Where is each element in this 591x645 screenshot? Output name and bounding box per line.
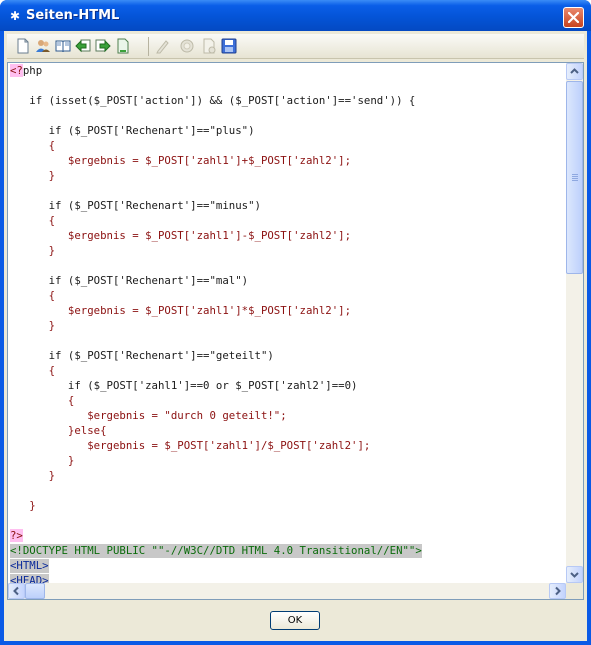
app-icon: ✱ [9,9,21,23]
code-editor[interactable]: <?php if (isset($_POST['action']) && ($_… [7,62,584,600]
code-line[interactable]: } [10,319,55,333]
page-icon[interactable] [115,38,131,54]
code-line[interactable]: if ($_POST['Rechenart']=="mal") [10,274,248,288]
code-token: $ergebnis = $_POST['zahl1']+$_POST['zahl… [10,154,352,167]
back-arrow-icon[interactable] [75,38,91,54]
code-token: ?> [10,529,23,542]
code-token: $ergebnis = $_POST['zahl1']*$_POST['zahl… [10,304,352,317]
code-token: } [10,469,56,482]
toolbar-separator [148,37,149,56]
code-token: <HTML> [10,559,49,572]
code-line[interactable]: $ergebnis = "durch 0 geteilt!"; [10,409,287,423]
code-line[interactable]: $ergebnis = $_POST['zahl1']*$_POST['zahl… [10,304,351,318]
code-line[interactable]: { [10,289,55,303]
code-token: <!DOCTYPE HTML PUBLIC ""-//W3C//DTD HTML… [10,544,422,557]
save-icon[interactable] [221,38,237,54]
code-token: if ($_POST['zahl1']==0 or $_POST['zahl2'… [10,379,358,392]
code-token: $ergebnis = $_POST['zahl1']-$_POST['zahl… [10,229,352,242]
new-page-icon[interactable] [15,38,31,54]
code-token: if (isset($_POST['action']) && ($_POST['… [10,94,416,107]
code-line[interactable]: <HEAD> [10,574,49,583]
code-line[interactable]: } [10,499,36,513]
code-area[interactable]: <?php if (isset($_POST['action']) && ($_… [8,63,566,583]
code-token: if ($_POST['Rechenart']=="geteilt") [10,349,274,362]
code-line[interactable]: } [10,454,74,468]
code-token: } [10,244,56,257]
horizontal-scrollbar[interactable] [8,583,566,599]
code-token: }else{ [10,424,107,437]
code-line[interactable]: $ergebnis = $_POST['zahl1']-$_POST['zahl… [10,229,351,243]
code-line[interactable]: } [10,469,55,483]
code-token: $ergebnis = $_POST['zahl1']/$_POST['zahl… [10,439,371,452]
close-button[interactable] [563,7,584,28]
code-line[interactable]: { [10,214,55,228]
chevron-left-icon [13,586,19,596]
refresh-icon[interactable] [179,38,195,54]
users-icon[interactable] [35,38,51,54]
code-line[interactable]: if ($_POST['zahl1']==0 or $_POST['zahl2'… [10,379,358,393]
window-title: Seiten-HTML [26,8,120,23]
code-token: } [10,499,36,512]
scrollbar-corner [566,583,583,599]
code-token: { [10,364,56,377]
edit-page-icon[interactable] [201,38,217,54]
code-token: if ($_POST['Rechenart']=="plus") [10,124,255,137]
scroll-right-button[interactable] [549,583,566,599]
code-token: { [10,394,75,407]
scroll-left-button[interactable] [8,583,25,599]
code-line[interactable]: ?> [10,529,23,543]
code-line[interactable]: if ($_POST['Rechenart']=="minus") [10,199,261,213]
code-token: <HEAD> [10,574,49,583]
pen-icon[interactable] [155,38,171,54]
code-line[interactable]: }else{ [10,424,107,438]
code-token: php [22,64,43,77]
scroll-down-button[interactable] [566,566,583,583]
vertical-scrollbar[interactable] [566,63,583,583]
code-token: <? [10,64,23,77]
scroll-thumb[interactable] [566,81,583,274]
chevron-up-icon [570,68,579,74]
code-line[interactable]: if ($_POST['Rechenart']=="plus") [10,124,255,138]
book-icon[interactable] [55,38,71,54]
code-line[interactable]: { [10,139,55,153]
code-token: } [10,454,75,467]
dialog-body: <?php if (isset($_POST['action']) && ($_… [4,31,587,641]
code-token: } [10,169,56,182]
code-line[interactable]: } [10,244,55,258]
chevron-down-icon [570,572,579,578]
code-token: { [10,289,56,302]
dialog-window: ✱ Seiten-HTML <?php if (isset($_POST['ac… [0,0,591,645]
ok-button[interactable]: OK [270,611,320,630]
code-token: } [10,319,56,332]
code-line[interactable]: <?php [10,64,42,78]
horizontal-scroll-thumb[interactable] [25,583,45,599]
code-line[interactable]: if ($_POST['Rechenart']=="geteilt") [10,349,274,363]
code-line[interactable]: { [10,364,55,378]
code-line[interactable]: } [10,169,55,183]
code-line[interactable]: $ergebnis = $_POST['zahl1']/$_POST['zahl… [10,439,370,453]
code-line[interactable]: { [10,394,74,408]
close-icon [568,12,579,23]
title-bar[interactable]: ✱ Seiten-HTML [0,0,591,31]
chevron-right-icon [555,586,561,596]
code-line[interactable]: <!DOCTYPE HTML PUBLIC ""-//W3C//DTD HTML… [10,544,422,558]
code-token: { [10,139,56,152]
code-token: if ($_POST['Rechenart']=="minus") [10,199,261,212]
code-token: if ($_POST['Rechenart']=="mal") [10,274,249,287]
code-line[interactable]: $ergebnis = $_POST['zahl1']+$_POST['zahl… [10,154,351,168]
toolbar [7,34,584,59]
code-token: $ergebnis = "durch 0 geteilt!"; [10,409,287,422]
code-line[interactable]: <HTML> [10,559,49,573]
code-token: { [10,214,56,227]
code-line[interactable]: if (isset($_POST['action']) && ($_POST['… [10,94,415,108]
scroll-up-button[interactable] [566,63,583,80]
forward-arrow-icon[interactable] [95,38,111,54]
